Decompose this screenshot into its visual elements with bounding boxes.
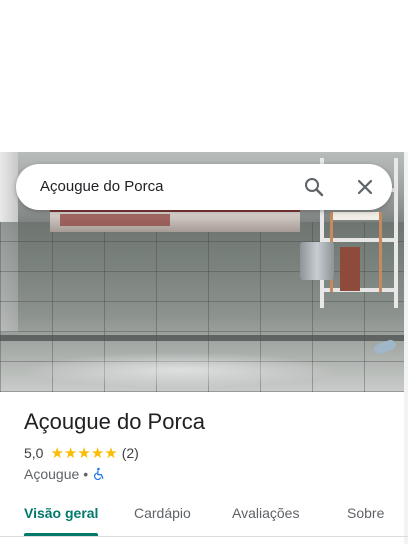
rating-stars: ★ ★ ★ ★ ★	[50, 446, 117, 461]
place-title: Açougue do Porca	[24, 409, 206, 434]
tab-about[interactable]: Sobre	[347, 505, 384, 521]
category-row: Açougue •	[24, 465, 106, 483]
review-count[interactable]: (2)	[122, 445, 139, 461]
wheelchair-icon	[92, 467, 106, 481]
star-icon: ★	[77, 444, 91, 462]
star-icon: ★	[104, 444, 118, 462]
blank-area	[0, 0, 408, 152]
tab-menu[interactable]: Cardápio	[134, 505, 191, 521]
tab-reviews[interactable]: Avaliações	[232, 505, 299, 521]
star-icon: ★	[50, 444, 64, 462]
separator-dot: •	[83, 466, 89, 482]
search-input[interactable]: Açougue do Porca	[40, 178, 163, 195]
tabs-divider	[0, 536, 408, 537]
photo-floor-shine	[20, 352, 340, 388]
photo-counter-panel	[60, 214, 170, 226]
search-bar[interactable]: Açougue do Porca	[16, 164, 392, 210]
photo-boxes	[340, 247, 360, 291]
star-icon: ★	[90, 444, 105, 462]
place-category[interactable]: Açougue	[24, 466, 79, 482]
tab-bar: Visão geral Cardápio Avaliações Sobre	[0, 496, 408, 536]
photo-floor-drain	[0, 335, 404, 341]
search-icon[interactable]	[302, 175, 326, 199]
rating-row[interactable]: 5,0 ★ ★ ★ ★ ★ (2)	[24, 444, 139, 462]
star-icon: ★	[63, 444, 78, 462]
close-icon[interactable]	[353, 175, 377, 199]
tab-overview[interactable]: Visão geral	[24, 505, 98, 521]
scrollbar-track[interactable]	[404, 152, 408, 544]
photo-bucket	[300, 242, 334, 280]
rating-value: 5,0	[24, 445, 44, 461]
